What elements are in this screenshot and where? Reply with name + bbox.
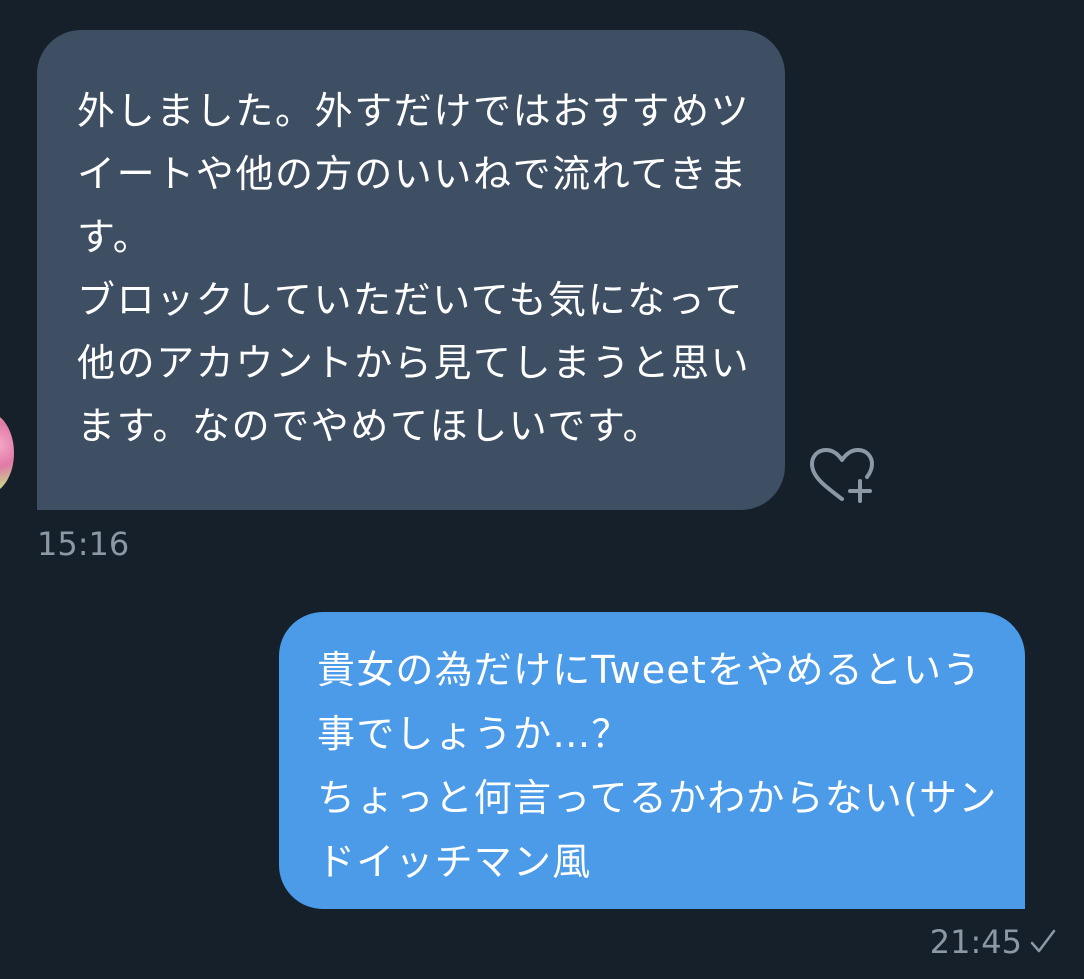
sender-avatar[interactable] xyxy=(0,412,14,494)
heart-plus-icon xyxy=(810,448,874,503)
received-message-text: 外しました。外すだけではおすすめツイートや他の方のいいねで流れてきます。 ブロッ… xyxy=(77,89,751,448)
received-message-bubble[interactable]: 外しました。外すだけではおすすめツイートや他の方のいいねで流れてきます。 ブロッ… xyxy=(37,30,785,510)
add-reaction-button[interactable] xyxy=(806,445,878,507)
sent-message-bubble[interactable]: 貴女の為だけにTweetをやめるという事でしょうか…？ ちょっと何言ってるかわか… xyxy=(279,612,1025,909)
received-message-time: 15:16 xyxy=(37,525,130,563)
sent-message-text: 貴女の為だけにTweetをやめるという事でしょうか…？ ちょっと何言ってるかわか… xyxy=(317,648,998,884)
sent-message-time: 21:45 xyxy=(929,923,1022,961)
dm-conversation: 外しました。外すだけではおすすめツイートや他の方のいいねで流れてきます。 ブロッ… xyxy=(0,0,1084,979)
check-icon xyxy=(1030,929,1056,953)
